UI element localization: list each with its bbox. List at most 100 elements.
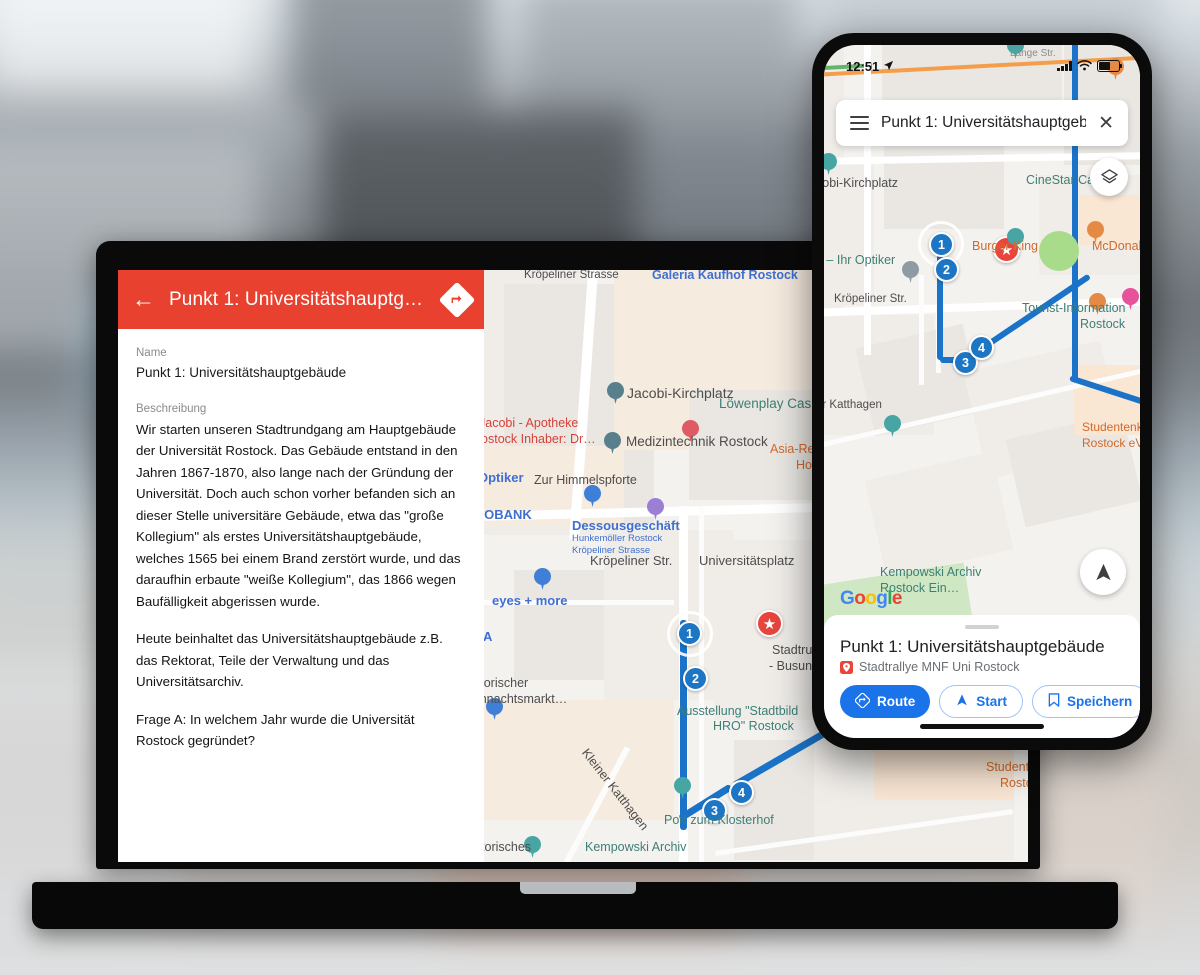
page-title: Punkt 1: Universitätshauptg… (169, 288, 424, 310)
start-button[interactable]: Start (939, 685, 1024, 718)
place-actions: Route Start Speichern (840, 685, 1140, 718)
directions-diamond-icon[interactable] (438, 281, 476, 318)
phone-device: 1 2 3 4 ★ Lange Str. cobi-Kirchplatz Cin… (812, 33, 1152, 750)
map-label: cobi-Kirchplatz (824, 176, 898, 190)
description-paragraph: Heute beinhaltet das Universitätshauptge… (136, 631, 443, 690)
map-label: storischer (484, 676, 529, 690)
route-stop-4[interactable]: 4 (729, 780, 754, 805)
place-detail-panel: ← Punkt 1: Universitätshauptg… Name Punk… (118, 270, 484, 862)
close-icon[interactable]: ✕ (1098, 114, 1114, 133)
place-pin[interactable] (607, 382, 624, 405)
route-stop-4[interactable]: 4 (969, 335, 994, 360)
map-label: - Busun (769, 659, 813, 673)
description-paragraph: Wir starten unseren Stadtrundgang am Hau… (136, 421, 461, 609)
map-label: Kempowski Archiv (585, 840, 687, 854)
museum-pin[interactable] (884, 415, 901, 438)
cafe-pin[interactable] (902, 261, 919, 284)
map-label: Hunkemöller Rostock (572, 533, 663, 544)
field-value-name: Punkt 1: Universitätshauptgebäude (136, 365, 347, 380)
map-label: Universitätsplatz (699, 553, 795, 568)
map-layers-icon[interactable] (1090, 158, 1128, 196)
start-button-label: Start (976, 694, 1008, 709)
screenshot-stage: 1 2 3 4 ★ Kröpeliner Strasse Galeria Kau… (0, 0, 1200, 975)
place-bottom-sheet: Punkt 1: Universitätshauptgebäude Stadtr… (824, 615, 1140, 738)
map-label: HRO" Rostock (713, 719, 794, 733)
navigation-arrow-icon[interactable] (1080, 549, 1126, 595)
place-title: Punkt 1: Universitätshauptgebäude (840, 637, 1105, 656)
route-stop-1[interactable]: 1 (929, 232, 954, 257)
map-label: Burger King (972, 239, 1039, 253)
description-text: Wir starten unseren Stadtrundgang am Hau… (136, 419, 466, 752)
map-label: Studentenke (1082, 420, 1140, 434)
google-attribution: Google (840, 588, 902, 609)
place-pin[interactable] (604, 432, 621, 455)
map-label: istorisches (484, 840, 532, 854)
description-paragraph: Frage A: In welchem Jahr wurde die Unive… (136, 711, 415, 749)
map-label: Kempowski Archiv (880, 565, 982, 579)
map-label: Rostock Inhaber: Dr… (484, 432, 596, 446)
map-label: er Katthagen (824, 399, 882, 411)
map-label: McDonald (1092, 239, 1140, 253)
map-label: Rostock (1080, 317, 1126, 331)
search-title: Punkt 1: Universitätshauptgebäu (881, 114, 1087, 131)
map-search-bar[interactable]: Punkt 1: Universitätshauptgebäu ✕ (836, 100, 1128, 146)
map-label: Rostock eV (1000, 776, 1028, 790)
place-subtitle-text: Stadtrallye MNF Uni Rostock (859, 660, 1020, 674)
map-label: Kröpeliner Str. (590, 553, 673, 568)
map-label: Zur Himmelspforte (534, 473, 637, 487)
home-indicator (920, 724, 1044, 729)
battery-icon (1097, 60, 1123, 72)
map-label: Rostock eV (1082, 436, 1140, 450)
hamburger-menu-icon[interactable] (850, 116, 869, 130)
directions-icon (854, 692, 871, 711)
save-button-label: Speichern (1067, 694, 1133, 709)
cellular-bars-icon (1057, 61, 1072, 71)
field-label-name: Name (136, 347, 167, 359)
detail-body: Name Punkt 1: Universitätshauptgebäude B… (118, 329, 484, 752)
save-button[interactable]: Speichern (1032, 685, 1140, 718)
shop-pin[interactable] (824, 153, 837, 176)
map-label: Jacobi-Kirchplatz (627, 385, 734, 401)
wifi-icon (1077, 59, 1092, 74)
route-stop-1[interactable]: 1 (677, 621, 702, 646)
map-label: Asia-Re (770, 442, 815, 456)
shop-pin[interactable] (584, 485, 601, 508)
map-label: Jacobi - Apotheke (484, 416, 579, 430)
map-label: Port zum Klosterhof (664, 813, 774, 827)
map-label: Stadtru (772, 643, 813, 657)
route-stop-2[interactable]: 2 (683, 666, 708, 691)
map-label: Löwenplay Casi (719, 396, 815, 411)
map-label: Galeria Kaufhof Rostock (652, 270, 798, 282)
route-button-label: Route (877, 694, 916, 709)
map-label: Kröpeliner Strasse (524, 270, 619, 281)
museum-pin[interactable] (674, 777, 691, 800)
navigate-icon (955, 693, 969, 710)
starred-place-pin[interactable]: ★ (756, 610, 783, 637)
shop-pin[interactable] (534, 568, 551, 591)
status-bar: 12:51 (824, 45, 1140, 79)
park-area (1039, 231, 1079, 271)
location-arrow-icon (883, 59, 894, 74)
map-label: Dessousgeschäft (572, 518, 680, 533)
map-label: Kröpeliner Str. (834, 293, 907, 305)
arrow-left-icon[interactable]: ← (132, 288, 155, 311)
map-label: GOBANK (484, 507, 532, 522)
map-label: eihnachtsmarkt… (484, 692, 568, 706)
map-label: Medizintechnik Rostock (626, 434, 768, 449)
map-label: n – Ihr Optiker (824, 253, 896, 267)
map-label: Ho (796, 458, 812, 472)
route-button[interactable]: Route (840, 685, 931, 718)
map-label: Tourist-Information (1022, 301, 1126, 315)
bookmark-icon (1048, 693, 1060, 710)
laptop-base-notch (520, 882, 636, 894)
status-time: 12:51 (846, 58, 880, 74)
field-label-description: Beschreibung (136, 402, 207, 415)
saved-place-pin-icon (840, 660, 853, 674)
map-label: Optiker (484, 470, 524, 485)
map-label: Ausstellung "Stadtbild (677, 704, 799, 718)
phone-screen: 1 2 3 4 ★ Lange Str. cobi-Kirchplatz Cin… (824, 45, 1140, 738)
route-stop-2[interactable]: 2 (934, 257, 959, 282)
map-label: Studentenkeller (986, 760, 1028, 774)
sheet-grabber[interactable] (965, 625, 999, 629)
detail-app-bar: ← Punkt 1: Universitätshauptg… (118, 270, 484, 329)
